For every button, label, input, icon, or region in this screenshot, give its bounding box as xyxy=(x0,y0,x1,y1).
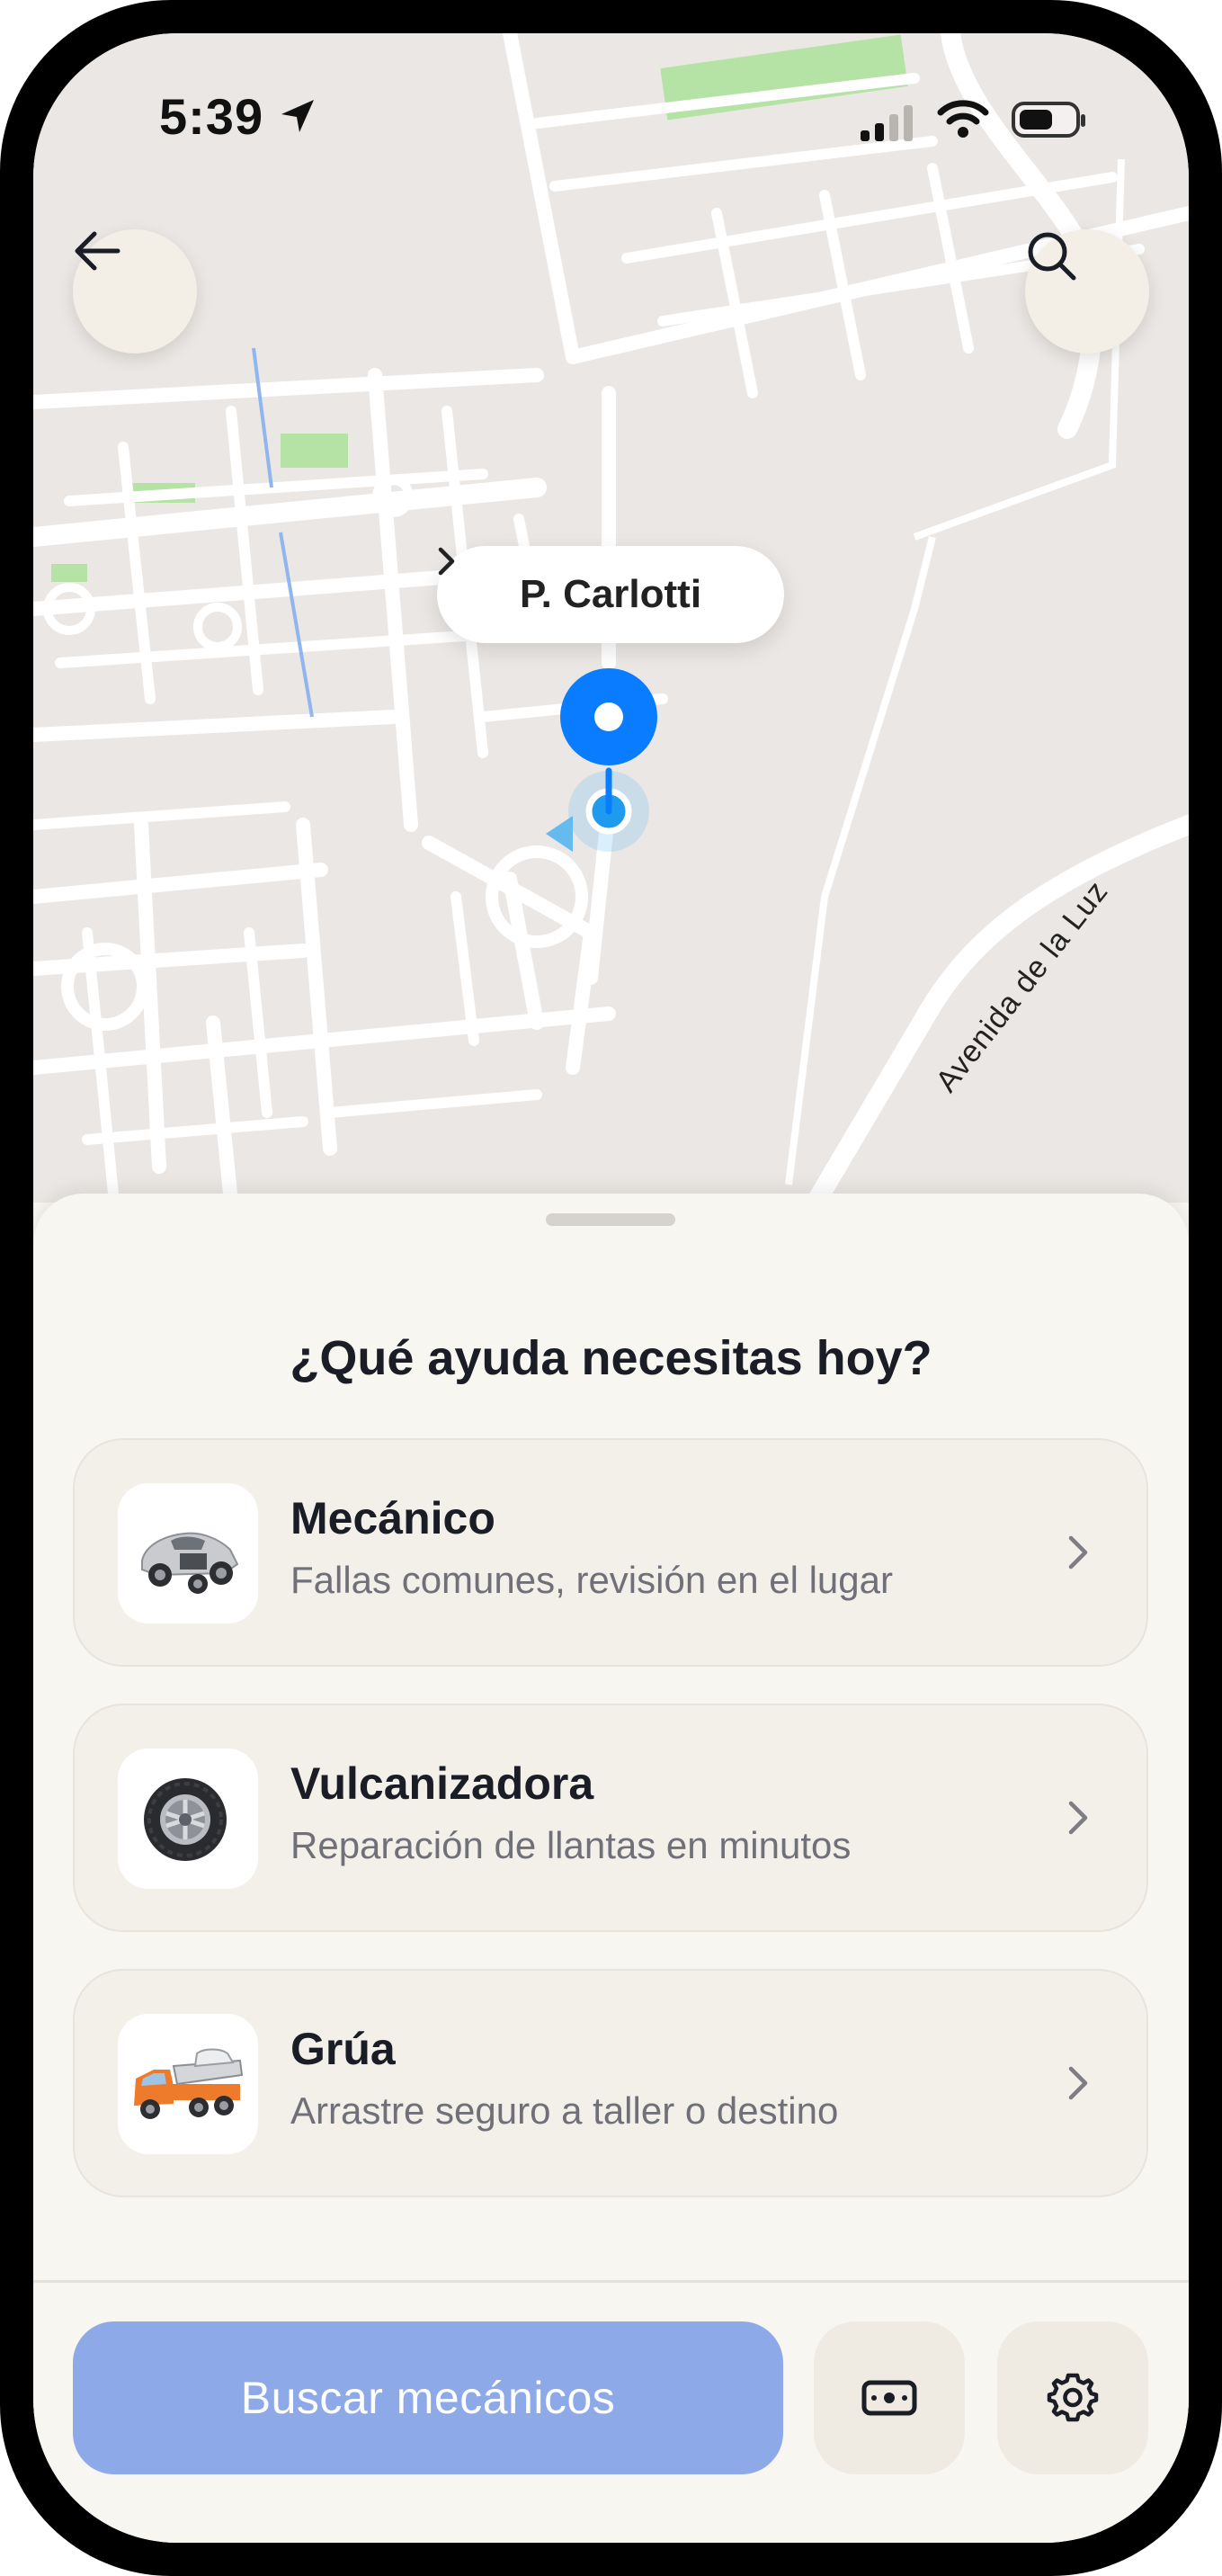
option-card-vulcanizadora[interactable]: Vulcanizadora Reparación de llantas en m… xyxy=(73,1704,1148,1932)
wifi-icon xyxy=(937,100,989,138)
help-bottom-sheet: ¿Qué ayuda necesitas hoy? Mecánico Falla… xyxy=(33,1194,1189,2543)
payment-button[interactable] xyxy=(814,2321,965,2474)
option-thumbnail xyxy=(118,2014,258,2154)
footer-divider xyxy=(33,2280,1189,2283)
tow-truck-icon xyxy=(134,2048,244,2119)
sheet-drag-handle[interactable] xyxy=(546,1213,675,1226)
location-arrow-icon xyxy=(281,100,314,132)
status-bar: 5:39 xyxy=(33,33,1189,195)
chevron-right-icon xyxy=(1068,1801,1088,1835)
option-thumbnail xyxy=(118,1483,258,1623)
arrow-left-icon xyxy=(75,231,120,271)
option-title: Mecánico xyxy=(290,1493,495,1543)
selected-place-pill[interactable]: P. Carlotti xyxy=(437,546,784,643)
search-map-button[interactable] xyxy=(1025,229,1149,353)
cash-icon xyxy=(861,2380,917,2416)
option-subtitle: Reparación de llantas en minutos xyxy=(290,1824,852,1866)
map-view[interactable]: Avenida de la Luz P. Carlotti xyxy=(33,33,1189,1203)
chevron-right-icon xyxy=(438,547,455,576)
battery-nub xyxy=(1081,114,1085,127)
option-subtitle: Arrastre seguro a taller o destino xyxy=(290,2089,839,2132)
place-pill-label: P. Carlotti xyxy=(519,572,702,616)
back-button[interactable] xyxy=(73,229,197,353)
tire-icon xyxy=(144,1778,227,1861)
option-subtitle: Fallas comunes, revisión en el lugar xyxy=(290,1559,893,1601)
chevron-right-icon xyxy=(1068,2066,1088,2100)
option-card-mecanico[interactable]: Mecánico Fallas comunes, revisión en el … xyxy=(73,1438,1148,1667)
option-card-grua[interactable]: Grúa Arrastre seguro a taller o destino xyxy=(73,1969,1148,2197)
settings-button[interactable] xyxy=(997,2321,1148,2474)
cellular-signal-icon xyxy=(861,105,913,141)
option-thumbnail xyxy=(118,1749,258,1889)
car-chassis-icon xyxy=(141,1532,239,1594)
chevron-right-icon xyxy=(1068,1535,1088,1570)
option-title: Grúa xyxy=(290,2024,396,2074)
battery-level xyxy=(1020,110,1052,130)
search-icon xyxy=(1028,232,1076,281)
app-screen: Avenida de la Luz P. Carlotti 5:39 ¿Qué … xyxy=(33,33,1189,2543)
search-mechanics-label: Buscar mecánicos xyxy=(240,2373,616,2423)
battery-icon xyxy=(1012,102,1085,138)
gear-icon xyxy=(1047,2373,1099,2422)
phone-screenshot: Avenida de la Luz P. Carlotti 5:39 ¿Qué … xyxy=(0,0,1222,2576)
search-mechanics-button[interactable]: Buscar mecánicos xyxy=(73,2321,783,2474)
option-title: Vulcanizadora xyxy=(290,1758,594,1809)
sheet-title: ¿Qué ayuda necesitas hoy? xyxy=(290,1331,932,1385)
status-time: 5:39 xyxy=(159,88,264,145)
